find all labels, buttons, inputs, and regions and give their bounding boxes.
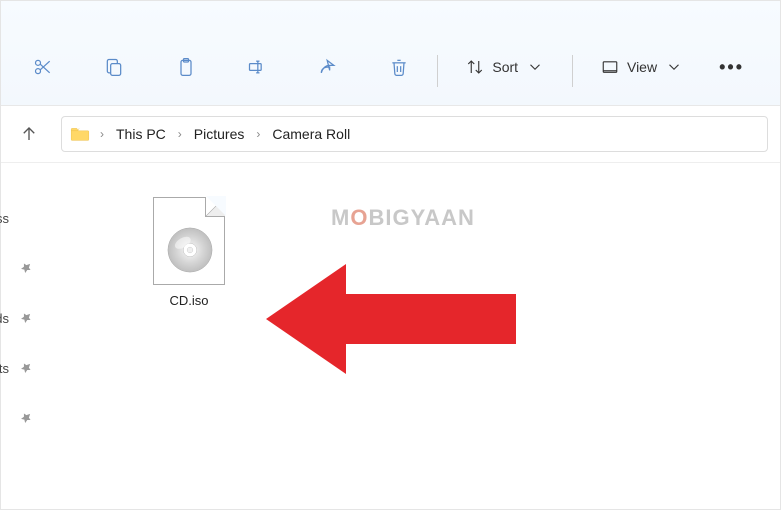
share-button[interactable] xyxy=(306,47,350,87)
arrow-up-icon xyxy=(20,125,38,143)
nav-sidebar: ess ads nts xyxy=(1,163,41,509)
folder-icon xyxy=(70,126,90,142)
chevron-down-icon xyxy=(526,58,544,76)
chevron-right-icon: › xyxy=(254,127,262,141)
cut-button[interactable] xyxy=(21,47,65,87)
delete-button[interactable] xyxy=(377,47,421,87)
copy-icon xyxy=(104,57,124,77)
watermark-text: MOBIGYAAN xyxy=(331,205,475,231)
sort-button[interactable]: Sort xyxy=(454,47,556,87)
sidebar-item[interactable] xyxy=(1,243,41,293)
annotation-arrow xyxy=(266,259,516,379)
chevron-right-icon: › xyxy=(98,127,106,141)
breadcrumb[interactable]: › This PC › Pictures › Camera Roll xyxy=(61,116,768,152)
sort-label: Sort xyxy=(492,59,518,75)
trash-icon xyxy=(389,57,409,77)
scissors-icon xyxy=(33,57,53,77)
view-icon xyxy=(601,58,619,76)
address-bar-row: › This PC › Pictures › Camera Roll xyxy=(1,106,780,163)
sort-icon xyxy=(466,58,484,76)
copy-button[interactable] xyxy=(92,47,136,87)
file-list-area[interactable]: MOBIGYAAN xyxy=(41,163,780,509)
sidebar-item-label: ads xyxy=(0,311,9,326)
paste-button[interactable] xyxy=(164,47,208,87)
ellipsis-icon: ••• xyxy=(719,57,744,78)
toolbar-divider xyxy=(437,55,438,87)
breadcrumb-item[interactable]: Camera Roll xyxy=(268,124,354,144)
sidebar-item[interactable]: ess xyxy=(1,193,41,243)
chevron-down-icon xyxy=(665,58,683,76)
breadcrumb-item[interactable]: This PC xyxy=(112,124,170,144)
command-toolbar: Sort View ••• xyxy=(1,1,780,106)
breadcrumb-item[interactable]: Pictures xyxy=(190,124,249,144)
pin-icon xyxy=(16,408,36,428)
file-name-label: CD.iso xyxy=(169,293,208,308)
clipboard-icon xyxy=(176,57,196,77)
sidebar-item[interactable]: nts xyxy=(1,343,41,393)
pin-icon xyxy=(16,358,36,378)
share-icon xyxy=(318,57,338,77)
pin-icon xyxy=(16,308,36,328)
toolbar-divider xyxy=(572,55,573,87)
chevron-right-icon: › xyxy=(176,127,184,141)
file-item[interactable]: CD.iso xyxy=(141,193,237,312)
rename-button[interactable] xyxy=(235,47,279,87)
content-area: ess ads nts MOBIGYAAN xyxy=(1,163,780,509)
rename-icon xyxy=(247,57,267,77)
sidebar-item-label: nts xyxy=(0,361,9,376)
view-label: View xyxy=(627,59,657,75)
iso-file-icon xyxy=(153,197,225,285)
more-button[interactable]: ••• xyxy=(703,47,760,87)
view-button[interactable]: View xyxy=(589,47,695,87)
pin-icon xyxy=(16,258,36,278)
nav-up-button[interactable] xyxy=(13,118,45,150)
sidebar-item[interactable] xyxy=(1,393,41,443)
sidebar-item[interactable]: ads xyxy=(1,293,41,343)
sidebar-item-label: ess xyxy=(0,211,9,226)
